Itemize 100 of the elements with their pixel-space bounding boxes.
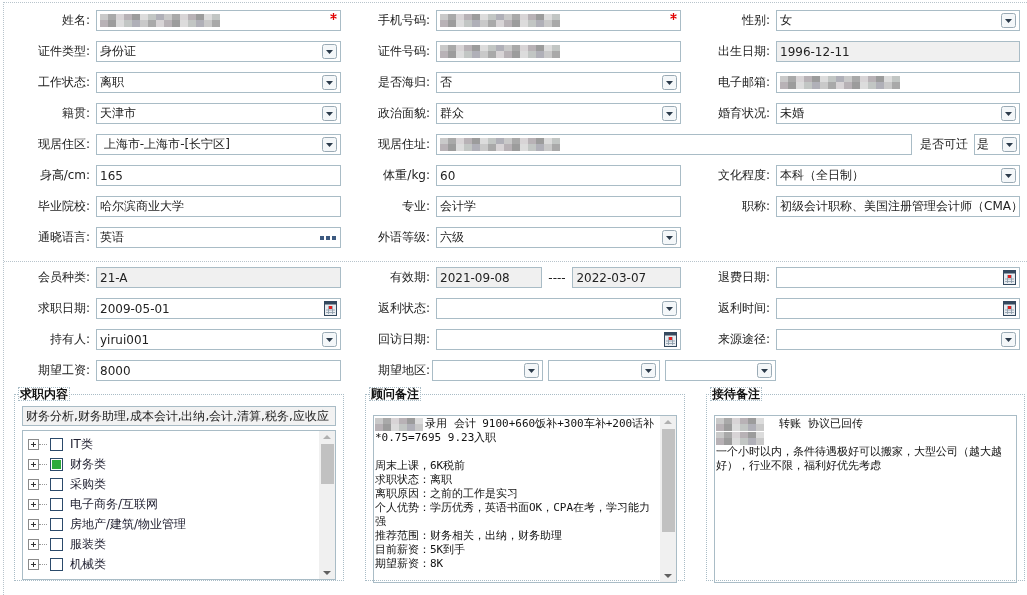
tree-item-label[interactable]: 房地产/建筑/物业管理 [70, 515, 187, 533]
text-field[interactable]: 21-A [96, 267, 341, 288]
checkbox[interactable] [50, 497, 63, 511]
group-title: 接待备注 [710, 387, 762, 401]
select-field[interactable]: 未婚 [776, 103, 1020, 124]
field-label: 有效期: [388, 269, 431, 286]
field-label: 手机号码: [376, 12, 431, 29]
text-field[interactable]: 哈尔滨商业大学 [96, 196, 341, 217]
field-label: 政治面貌: [376, 105, 431, 122]
field-label: 电子邮箱: [716, 74, 771, 91]
select-field[interactable]: 否 [436, 72, 681, 93]
field-label: 返利状态: [376, 300, 431, 317]
calendar-icon [324, 301, 337, 316]
more-icon [320, 235, 336, 240]
field-label: 毕业院校: [36, 198, 91, 215]
calendar-icon [1003, 270, 1016, 285]
field-label: 期望工资: [36, 362, 91, 379]
select-field[interactable] [664, 360, 776, 381]
date-field[interactable]: 2009-05-01 [96, 298, 341, 319]
field-label: 籍贯: [60, 105, 91, 122]
select-field[interactable]: 群众 [436, 103, 681, 124]
date-field[interactable] [776, 298, 1020, 319]
text-field[interactable] [436, 10, 681, 31]
group-title: 求职内容 [18, 387, 70, 401]
calendar-icon [664, 332, 677, 347]
expand-icon [28, 518, 39, 530]
select-field[interactable] [436, 298, 681, 319]
field-label: 出生日期: [716, 43, 771, 60]
checkbox[interactable] [50, 517, 63, 531]
field-label: 职称: [740, 198, 771, 215]
text-field[interactable] [436, 134, 912, 155]
tree-item-label[interactable]: 电子商务/互联网 [70, 495, 159, 513]
select-field[interactable]: 本科（全日制） [776, 165, 1020, 186]
text-field[interactable]: 165 [96, 165, 341, 186]
date-field[interactable] [776, 267, 1020, 288]
select-field[interactable] [548, 360, 660, 381]
checkbox[interactable] [50, 477, 63, 491]
group-title: 顾问备注 [369, 387, 421, 401]
select-field[interactable]: 身份证 [96, 41, 341, 62]
select-field[interactable]: 六级 [436, 227, 681, 248]
field-label: 性别: [740, 12, 771, 29]
field-label: 期望地区: [376, 362, 431, 379]
checkbox[interactable] [50, 537, 63, 551]
select-field[interactable] [776, 329, 1020, 350]
text-field[interactable] [96, 10, 341, 31]
tree-item-label[interactable]: 服装类 [70, 535, 106, 553]
expand-icon [28, 458, 39, 470]
tree-item-label[interactable]: 机械类 [70, 555, 106, 573]
text-field[interactable]: 60 [436, 165, 681, 186]
text-field[interactable] [776, 72, 1020, 93]
text-field[interactable]: 2021-09-08 [436, 267, 542, 288]
select-field[interactable] [432, 360, 544, 381]
text-field[interactable] [436, 41, 681, 62]
date-field[interactable] [436, 329, 681, 350]
expand-icon [28, 538, 39, 550]
field-label: 回访日期: [376, 331, 431, 348]
scrollbar-thumb[interactable] [661, 429, 675, 532]
notes-field[interactable]: 录用 会计 9100+660饭补+300车补+200话补 *0.75=7695 9.23入职 周末上课，6K税前 求职状态：离职 离职原因：之前的工作是实习 个人优势：学历优秀，英语书面OK，CPA在考，学习能力强 推荐范围：财务相关，出纳，财务助理 目前薪资：5K到手 期望薪资：8K [373, 415, 677, 583]
field-label: 退费日期: [716, 269, 771, 286]
text-field[interactable]: 1996-12-11 [776, 41, 1020, 62]
notes-field[interactable]: 转账 协议已回传 一个小时以内，条件待遇极好可以搬家，大型公司（越大越好），行业不限，福利好优先考虑 [714, 415, 1017, 583]
select-field[interactable]: 天津市 [96, 103, 341, 124]
scrollbar-thumb[interactable] [320, 444, 334, 484]
text-field[interactable]: 会计学 [436, 196, 681, 217]
select-field[interactable]: 离职 [96, 72, 341, 93]
scrollbar[interactable] [319, 431, 335, 579]
field-label: 通晓语言: [36, 229, 91, 246]
field-label: 工作状态: [36, 74, 91, 91]
field-label: 身高/cm: [38, 167, 91, 184]
field-label: 是否可迁 [920, 136, 969, 153]
field-label: 外语等级: [376, 229, 431, 246]
scrollbar[interactable] [660, 416, 676, 582]
field-label: 来源途径: [716, 331, 771, 348]
separator-text: ---- [547, 270, 567, 285]
field-label: 证件类型: [36, 43, 91, 60]
field-label: 婚育状况: [716, 105, 771, 122]
text-field[interactable]: 8000 [96, 360, 341, 381]
expand-icon [28, 478, 39, 490]
tree-list[interactable]: IT类 财务类 采购类 电子商务/互联网 房地产/建筑/物业管理 服装类 机械类 [22, 430, 336, 580]
field-label: 文化程度: [716, 167, 771, 184]
tree-item-label[interactable]: 财务类 [70, 455, 106, 473]
field-label: 返利时间: [716, 300, 771, 317]
picker-field[interactable]: 英语 [96, 227, 341, 248]
select-field[interactable]: 女 [776, 10, 1020, 31]
select-field[interactable]: 是 [974, 134, 1020, 155]
tree-item-label[interactable]: IT类 [70, 435, 93, 453]
field-label: 现居住区: [36, 136, 91, 153]
select-field[interactable]: 上海市-上海市-[长宁区] [96, 134, 341, 155]
checkbox[interactable] [50, 557, 63, 571]
text-field[interactable]: 财务分析,财务助理,成本会计,出纳,会计,清算,税务,应收应 [22, 406, 336, 426]
field-label: 现居住址: [376, 136, 431, 153]
checkbox[interactable] [50, 457, 63, 471]
field-label: 是否海归: [376, 74, 431, 91]
tree-item-label[interactable]: 采购类 [70, 475, 106, 493]
select-field[interactable]: yirui001 [96, 329, 341, 350]
checkbox[interactable] [50, 437, 63, 451]
text-field[interactable]: 2022-03-07 [572, 267, 681, 288]
field-label: 求职日期: [36, 300, 91, 317]
field-label: 证件号码: [376, 43, 431, 60]
text-field[interactable]: 初级会计职称、美国注册管理会计师（CMA） [776, 196, 1020, 217]
